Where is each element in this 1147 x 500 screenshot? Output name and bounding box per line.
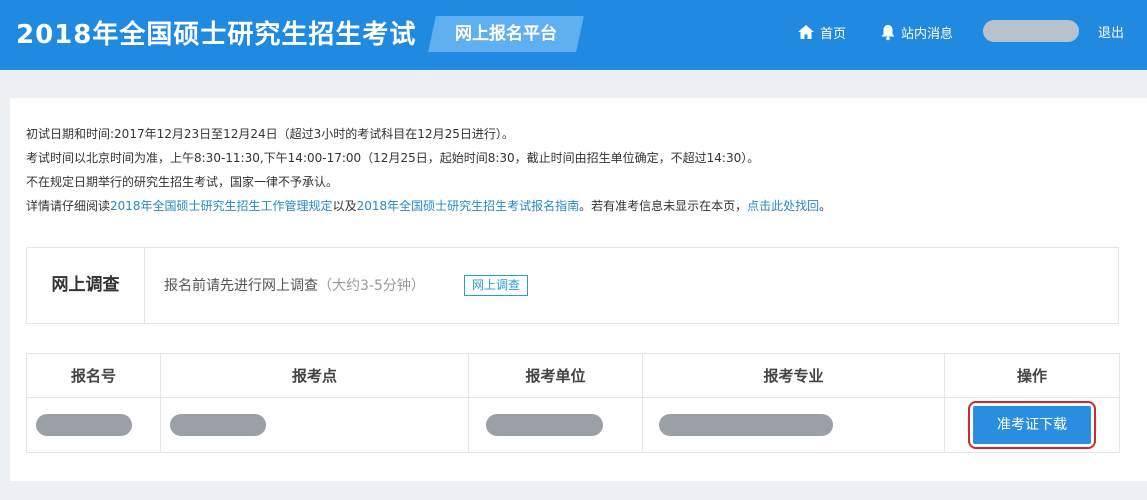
- highlight-circle: 准考证下载: [968, 401, 1096, 449]
- table-header-row: 报名号 报考点 报考单位 报考专业 操作: [26, 353, 1120, 398]
- nav-messages-label: 站内消息: [901, 26, 954, 42]
- notice-text: 详情请仔细阅读: [26, 199, 111, 213]
- regulation-link[interactable]: 2018年全国硕士研究生招生工作管理规定: [110, 199, 333, 213]
- platform-label: 网上报名平台: [455, 24, 557, 44]
- survey-duration-note: （大约3-5分钟）: [318, 278, 425, 294]
- retrieve-link[interactable]: 点击此处找回: [747, 199, 819, 213]
- notice-text: 。: [819, 199, 832, 213]
- cell-actions: 准考证下载: [944, 397, 1120, 453]
- platform-tag: 网上报名平台: [428, 16, 584, 52]
- notice-line: 详情请仔细阅读2018年全国硕士研究生招生工作管理规定以及2018年全国硕士研究…: [26, 194, 1126, 218]
- header-institution: 报考单位: [468, 353, 643, 398]
- nav-messages[interactable]: 站内消息: [880, 22, 953, 42]
- nav-home[interactable]: 首页: [797, 22, 846, 42]
- redacted-value: [659, 414, 833, 436]
- logout-link[interactable]: 退出: [1098, 22, 1124, 41]
- notice-line: 不在规定日期举行的研究生招生考试，国家一律不予承认。: [26, 175, 339, 189]
- cell-major: [642, 397, 945, 453]
- user-avatar-redacted[interactable]: [983, 20, 1079, 42]
- nav-home-label: 首页: [820, 26, 847, 42]
- cell-registration-number: [26, 397, 161, 453]
- redacted-value: [36, 414, 132, 436]
- top-navbar: 2018年全国硕士研究生招生考试 网上报名平台 首页 站内消息 退出: [0, 0, 1147, 70]
- survey-button[interactable]: 网上调查: [464, 275, 529, 296]
- cell-institution: [468, 397, 643, 453]
- header-actions: 操作: [944, 353, 1120, 398]
- cell-exam-site: [160, 397, 469, 453]
- survey-title: 网上调查: [27, 248, 145, 323]
- site-title: 2018年全国硕士研究生招生考试: [16, 20, 417, 50]
- admission-ticket-download-button[interactable]: 准考证下载: [973, 406, 1091, 444]
- notice-text: 。若有准考信息未显示在本页，: [579, 199, 748, 213]
- redacted-value: [170, 414, 266, 436]
- survey-description: 报名前请先进行网上调查（大约3-5分钟）: [164, 275, 425, 295]
- notice-line: 初试日期和时间:2017年12月23日至12月24日（超过3小时的考试科目在12…: [26, 127, 514, 141]
- notice-text: 以及: [332, 199, 357, 213]
- survey-description-text: 报名前请先进行网上调查: [164, 278, 318, 294]
- redacted-value: [486, 414, 603, 436]
- notice-line: 考试时间以北京时间为准，上午8:30-11:30,下午14:00-17:00（1…: [26, 151, 760, 165]
- header-major: 报考专业: [642, 353, 945, 398]
- bell-icon: [881, 24, 895, 40]
- registration-table: 报名号 报考点 报考单位 报考专业 操作 准考证下载: [26, 353, 1120, 453]
- survey-section: 网上调查 报名前请先进行网上调查（大约3-5分钟） 网上调查: [26, 247, 1119, 324]
- exam-notice: 初试日期和时间:2017年12月23日至12月24日（超过3小时的考试科目在12…: [26, 122, 1126, 218]
- header-exam-site: 报考点: [160, 353, 469, 398]
- table-row: 准考证下载: [26, 397, 1120, 453]
- guide-link[interactable]: 2018年全国硕士研究生招生考试报名指南: [357, 199, 580, 213]
- home-icon: [798, 25, 814, 39]
- header-registration-number: 报名号: [26, 353, 161, 398]
